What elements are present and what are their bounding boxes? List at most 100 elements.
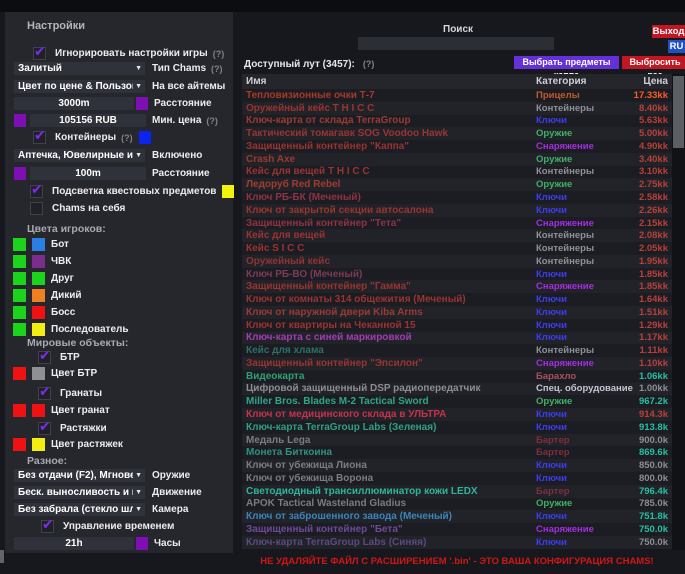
table-row[interactable]: Оружейный кейс T H I C CКонтейнеры8.40kk: [242, 102, 672, 115]
column-header-price[interactable]: Цена: [618, 76, 672, 87]
table-row[interactable]: Тепловизионные очки Т-7Прицелы17.33kk: [242, 89, 672, 102]
checkbox-checked[interactable]: ✔: [38, 387, 51, 400]
dropdown[interactable]: Аптечка, Ювелирные и...▼: [14, 149, 145, 162]
color-swatch[interactable]: [139, 131, 151, 144]
table-row[interactable]: Ключ от заброшенного завода (Меченый)Клю…: [242, 510, 672, 523]
color-swatch[interactable]: [14, 114, 26, 127]
table-row[interactable]: Медаль LegaБартер900.0k: [242, 434, 672, 447]
checkbox-checked[interactable]: ✔: [30, 185, 43, 198]
table-row[interactable]: Ключ от комнаты 314 общежития (Меченый)К…: [242, 293, 672, 306]
table-row[interactable]: Ключ от закрытой секции автосалонаКлючи2…: [242, 204, 672, 217]
color-swatch-primary[interactable]: [13, 238, 26, 251]
color-swatch[interactable]: [136, 97, 148, 110]
item-name-cell: Ключ РБ-БК (Меченый): [242, 192, 536, 203]
color-swatch-secondary[interactable]: [32, 404, 45, 417]
color-swatch-primary[interactable]: [13, 306, 26, 319]
table-row[interactable]: Тактический томагавк SOG Voodoo HawkОруж…: [242, 127, 672, 140]
color-swatch-primary[interactable]: [13, 404, 26, 417]
table-row[interactable]: Ключ от медицинского склада в УЛЬТРАКлюч…: [242, 408, 672, 421]
help-icon[interactable]: (?): [206, 116, 218, 126]
item-name-cell: Видеокарта: [242, 371, 536, 382]
table-row[interactable]: Монета БиткоинаБартер869.6k: [242, 446, 672, 459]
table-row[interactable]: Защищенный контейнер "Эпсилон"Снаряжение…: [242, 357, 672, 370]
table-row[interactable]: Ключ РБ-ВО (Меченый)Ключи1.85kk: [242, 268, 672, 281]
color-swatch-secondary[interactable]: [32, 255, 45, 268]
value-input[interactable]: 105156 RUB: [30, 114, 146, 127]
color-swatch[interactable]: [14, 167, 26, 180]
colorpair-label: Босс: [51, 307, 75, 318]
table-row[interactable]: Кейс для вещейКонтейнеры2.08kk: [242, 229, 672, 242]
value-input[interactable]: 21h: [14, 537, 134, 550]
table-row[interactable]: Кейс для вещей T H I C CКонтейнеры3.10kk: [242, 166, 672, 179]
color-swatch-secondary[interactable]: [32, 438, 45, 451]
color-swatch-primary[interactable]: [13, 272, 26, 285]
exit-button[interactable]: Выход: [652, 25, 685, 38]
color-swatch-primary[interactable]: [13, 255, 26, 268]
column-header-name[interactable]: Имя: [242, 76, 536, 87]
checkbox-checked[interactable]: ✔: [41, 520, 54, 533]
table-row[interactable]: ВидеокартаБарахло1.06kk: [242, 370, 672, 383]
color-swatch-primary[interactable]: [13, 289, 26, 302]
language-button[interactable]: RU: [668, 40, 685, 53]
checkbox-checked[interactable]: ✔: [38, 351, 51, 364]
help-icon[interactable]: (?): [213, 49, 225, 59]
settings-section-header: Цвета игроков:: [5, 221, 233, 236]
table-row[interactable]: Ключ от квартиры на Чеканной 15Ключи1.29…: [242, 319, 672, 332]
search-input[interactable]: [358, 37, 554, 50]
settings-row-оружие: Без отдачи (F2), Мгновенное п▼Оружие: [5, 468, 233, 483]
checkbox-checked[interactable]: ✔: [33, 131, 46, 144]
color-swatch[interactable]: [222, 185, 234, 198]
checkbox-checked[interactable]: ✔: [38, 422, 51, 435]
table-row[interactable]: Ключ от убежища ВоронаКлючи800.0k: [242, 472, 672, 485]
dropdown[interactable]: Без забрала (стекло шлема)▼: [14, 503, 145, 516]
select-kappa-items-button[interactable]: Выбрать предметы каппа: [514, 56, 619, 69]
table-row[interactable]: Защищенный контейнер "Каппа"Снаряжение4.…: [242, 140, 672, 153]
checkbox-checked[interactable]: ✔: [33, 47, 46, 60]
color-swatch[interactable]: [136, 537, 148, 550]
table-row[interactable]: Ключ РБ-БК (Меченый)Ключи2.58kk: [242, 191, 672, 204]
table-row[interactable]: Crash AxeОружие3.40kk: [242, 153, 672, 166]
table-row[interactable]: Кейс S I C CКонтейнеры2.05kk: [242, 242, 672, 255]
table-row[interactable]: Кейс для хламаКонтейнеры1.11kk: [242, 344, 672, 357]
item-name-cell: Ключ-карта с синей маркировкой: [242, 332, 536, 343]
dropdown[interactable]: Без отдачи (F2), Мгновенное п▼: [14, 469, 145, 482]
table-row[interactable]: Ледоруб Red RebelОружие2.75kk: [242, 178, 672, 191]
color-swatch-secondary[interactable]: [32, 272, 45, 285]
table-row[interactable]: Оружейный кейсКонтейнеры1.95kk: [242, 255, 672, 268]
color-swatch-primary[interactable]: [13, 367, 26, 380]
color-swatch-secondary[interactable]: [32, 238, 45, 251]
loot-scrollbar-thumb[interactable]: [673, 76, 684, 148]
discard-all-button[interactable]: Выбросить все: [622, 56, 685, 69]
dropdown[interactable]: Беск. выносливость и нет уста▼: [14, 486, 145, 499]
checkbox-unchecked[interactable]: [30, 202, 43, 215]
value-input[interactable]: 100m: [30, 167, 146, 180]
table-row[interactable]: Защищенный контейнер "Гамма"Снаряжение1.…: [242, 280, 672, 293]
table-row[interactable]: Ключ-карта TerraGroup Labs (Синяя)Ключи7…: [242, 536, 672, 549]
table-row[interactable]: Светодиодный трансиллюминатор кожи LEDXБ…: [242, 485, 672, 498]
column-header-category[interactable]: Категория: [536, 76, 618, 87]
color-swatch-secondary[interactable]: [32, 306, 45, 319]
item-category-cell: Бартер: [536, 486, 618, 497]
color-swatch-primary[interactable]: [13, 438, 26, 451]
help-icon[interactable]: (?): [211, 64, 223, 74]
table-row[interactable]: Ключ-карта от склада TerraGroupКлючи5.63…: [242, 115, 672, 128]
input-label: Расстояние: [152, 168, 210, 179]
color-swatch-secondary[interactable]: [32, 289, 45, 302]
table-row[interactable]: Miller Bros. Blades M-2 Tactical SwordОр…: [242, 395, 672, 408]
table-row[interactable]: Ключ-карта с синей маркировкойКлючи1.17k…: [242, 332, 672, 345]
dropdown[interactable]: Залитый▼: [14, 62, 145, 75]
table-row[interactable]: Ключ-карта TerraGroup Labs (Зеленая)Ключ…: [242, 421, 672, 434]
table-row[interactable]: Защищенный контейнер "Тета"Снаряжение2.1…: [242, 217, 672, 230]
color-swatch-secondary[interactable]: [32, 367, 45, 380]
settings-scrollbar-thumb[interactable]: [0, 550, 4, 563]
item-name-cell: Медаль Lega: [242, 435, 536, 446]
value-input[interactable]: 3000m: [14, 97, 134, 110]
dropdown[interactable]: Цвет по цене & Пользователь▼: [14, 80, 145, 93]
table-row[interactable]: Цифровой защищенный DSP радиопередатчикС…: [242, 383, 672, 396]
table-row[interactable]: Защищенный контейнер "Бета"Снаряжение750…: [242, 523, 672, 536]
help-icon[interactable]: (?): [121, 133, 133, 143]
table-row[interactable]: APOK Tactical Wasteland GladiusОружие785…: [242, 498, 672, 511]
loot-help-icon[interactable]: (?): [363, 59, 375, 69]
table-row[interactable]: Ключ от убежища ЛионаКлючи850.0k: [242, 459, 672, 472]
table-row[interactable]: Ключ от наружной двери Kiba ArmsКлючи1.5…: [242, 306, 672, 319]
